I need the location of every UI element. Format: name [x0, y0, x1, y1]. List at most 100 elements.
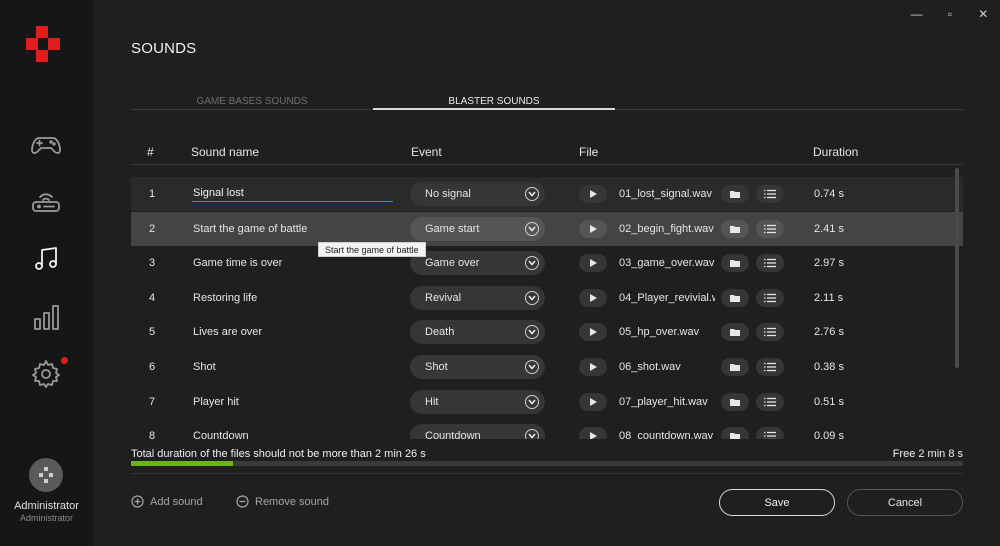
free-duration-text: Free 2 min 8 s — [892, 448, 963, 460]
play-icon — [590, 363, 597, 371]
file-name: 08_countdown.wav — [619, 430, 714, 439]
folder-icon — [730, 433, 740, 439]
event-dropdown[interactable]: Hit — [410, 389, 545, 414]
play-button[interactable] — [579, 185, 607, 203]
save-button[interactable]: Save — [719, 489, 835, 516]
details-button[interactable] — [756, 358, 784, 376]
play-button[interactable] — [579, 323, 607, 342]
chevron-down-icon — [525, 360, 539, 374]
chevron-down-icon — [525, 394, 539, 409]
event-value: Revival — [425, 291, 462, 304]
sound-table: 1 No signal 01_lost_signal.wav 0.74 s 2 … — [131, 174, 963, 439]
table-row[interactable]: 8 Countdown Countdown 08_countdown.wav 0… — [131, 419, 963, 439]
table-row[interactable]: 5 Lives are over Death 05_hp_over.wav 2.… — [131, 315, 963, 349]
close-button[interactable]: ✕ — [967, 0, 1000, 28]
row-number: 1 — [148, 188, 156, 200]
event-dropdown[interactable]: Shot — [410, 355, 545, 379]
tab-blaster-sounds[interactable]: BLASTER SOUNDS — [373, 96, 615, 110]
row-number: 3 — [148, 257, 156, 270]
remove-sound-button[interactable]: Remove sound — [236, 495, 329, 508]
event-dropdown[interactable]: Revival — [410, 285, 545, 310]
browse-file-button[interactable] — [721, 219, 749, 238]
table-row[interactable]: 6 Shot Shot 06_shot.wav 0.38 s — [131, 350, 963, 384]
play-icon — [590, 190, 597, 198]
browse-file-button[interactable] — [721, 288, 749, 307]
bar-chart-icon[interactable] — [27, 298, 65, 336]
details-button[interactable] — [756, 219, 784, 238]
sound-name: Player hit — [193, 395, 239, 408]
play-button[interactable] — [579, 392, 607, 411]
row-number: 2 — [148, 222, 156, 235]
file-name: 04_Player_revivial.w — [619, 291, 715, 304]
play-button[interactable] — [579, 254, 607, 273]
details-button[interactable] — [756, 427, 784, 439]
header-duration: Duration — [813, 145, 859, 159]
folder-icon — [730, 260, 740, 268]
list-icon — [764, 362, 776, 372]
table-row[interactable]: 3 Game time is over Game over 03_game_ov… — [131, 246, 963, 280]
play-button[interactable] — [579, 358, 607, 376]
add-sound-button[interactable]: Add sound — [131, 495, 203, 508]
event-dropdown[interactable]: Game start — [410, 216, 545, 241]
plus-circle-icon — [131, 495, 144, 508]
router-icon[interactable] — [27, 182, 65, 220]
browse-file-button[interactable] — [721, 427, 749, 439]
list-icon — [764, 293, 776, 302]
scrollbar[interactable] — [955, 168, 959, 368]
avatar[interactable] — [29, 458, 63, 492]
folder-icon — [730, 294, 740, 302]
list-icon — [764, 259, 776, 268]
gear-icon[interactable] — [27, 355, 65, 393]
tab-game-bases-sounds[interactable]: GAME BASES SOUNDS — [131, 96, 373, 110]
header-event: Event — [411, 145, 442, 159]
chevron-down-icon — [525, 290, 539, 305]
event-dropdown[interactable]: Game over — [410, 251, 545, 276]
event-value: No signal — [425, 188, 471, 200]
browse-file-button[interactable] — [721, 392, 749, 411]
details-button[interactable] — [756, 288, 784, 307]
user-name: Administrator — [14, 500, 79, 512]
duration: 0.74 s — [814, 188, 844, 200]
details-button[interactable] — [756, 392, 784, 411]
music-note-icon[interactable] — [27, 240, 65, 278]
table-row[interactable]: 2 Start the game of battle Game start 02… — [131, 211, 963, 246]
browse-file-button[interactable] — [721, 358, 749, 376]
restore-button[interactable]: ▫ — [933, 0, 966, 28]
row-number: 6 — [148, 361, 156, 373]
browse-file-button[interactable] — [721, 185, 749, 203]
browse-file-button[interactable] — [721, 323, 749, 342]
duration: 2.11 s — [814, 291, 844, 304]
play-button[interactable] — [579, 219, 607, 238]
sound-name-input[interactable] — [192, 184, 393, 202]
minimize-button[interactable]: — — [900, 0, 933, 28]
details-button[interactable] — [756, 323, 784, 342]
event-dropdown[interactable]: Death — [410, 320, 545, 345]
duration-progress-fill — [131, 461, 234, 466]
duration: 0.09 s — [814, 430, 844, 439]
details-button[interactable] — [756, 185, 784, 203]
file-name: 05_hp_over.wav — [619, 326, 700, 339]
play-button[interactable] — [579, 288, 607, 307]
header-num: # — [147, 145, 154, 159]
list-icon — [764, 224, 776, 233]
notification-dot — [61, 357, 68, 364]
event-dropdown[interactable]: Countdown — [410, 424, 545, 439]
play-icon — [590, 293, 597, 302]
table-row[interactable]: 1 No signal 01_lost_signal.wav 0.74 s — [131, 177, 963, 211]
browse-file-button[interactable] — [721, 254, 749, 273]
table-row[interactable]: 7 Player hit Hit 07_player_hit.wav 0.51 … — [131, 385, 963, 419]
event-value: Game start — [425, 222, 480, 235]
table-row[interactable]: 4 Restoring life Revival 04_Player_reviv… — [131, 281, 963, 315]
folder-icon — [730, 225, 740, 233]
details-button[interactable] — [756, 254, 784, 273]
cancel-button[interactable]: Cancel — [847, 489, 963, 516]
file-name: 02_begin_fight.wav — [619, 222, 714, 235]
gamepad-icon[interactable] — [27, 125, 65, 163]
duration: 0.51 s — [814, 395, 844, 408]
play-icon — [590, 397, 597, 406]
list-icon — [764, 432, 776, 437]
play-button[interactable] — [579, 427, 607, 439]
event-dropdown[interactable]: No signal — [410, 182, 545, 206]
minus-circle-icon — [236, 495, 249, 508]
user-logo-icon — [39, 467, 53, 483]
